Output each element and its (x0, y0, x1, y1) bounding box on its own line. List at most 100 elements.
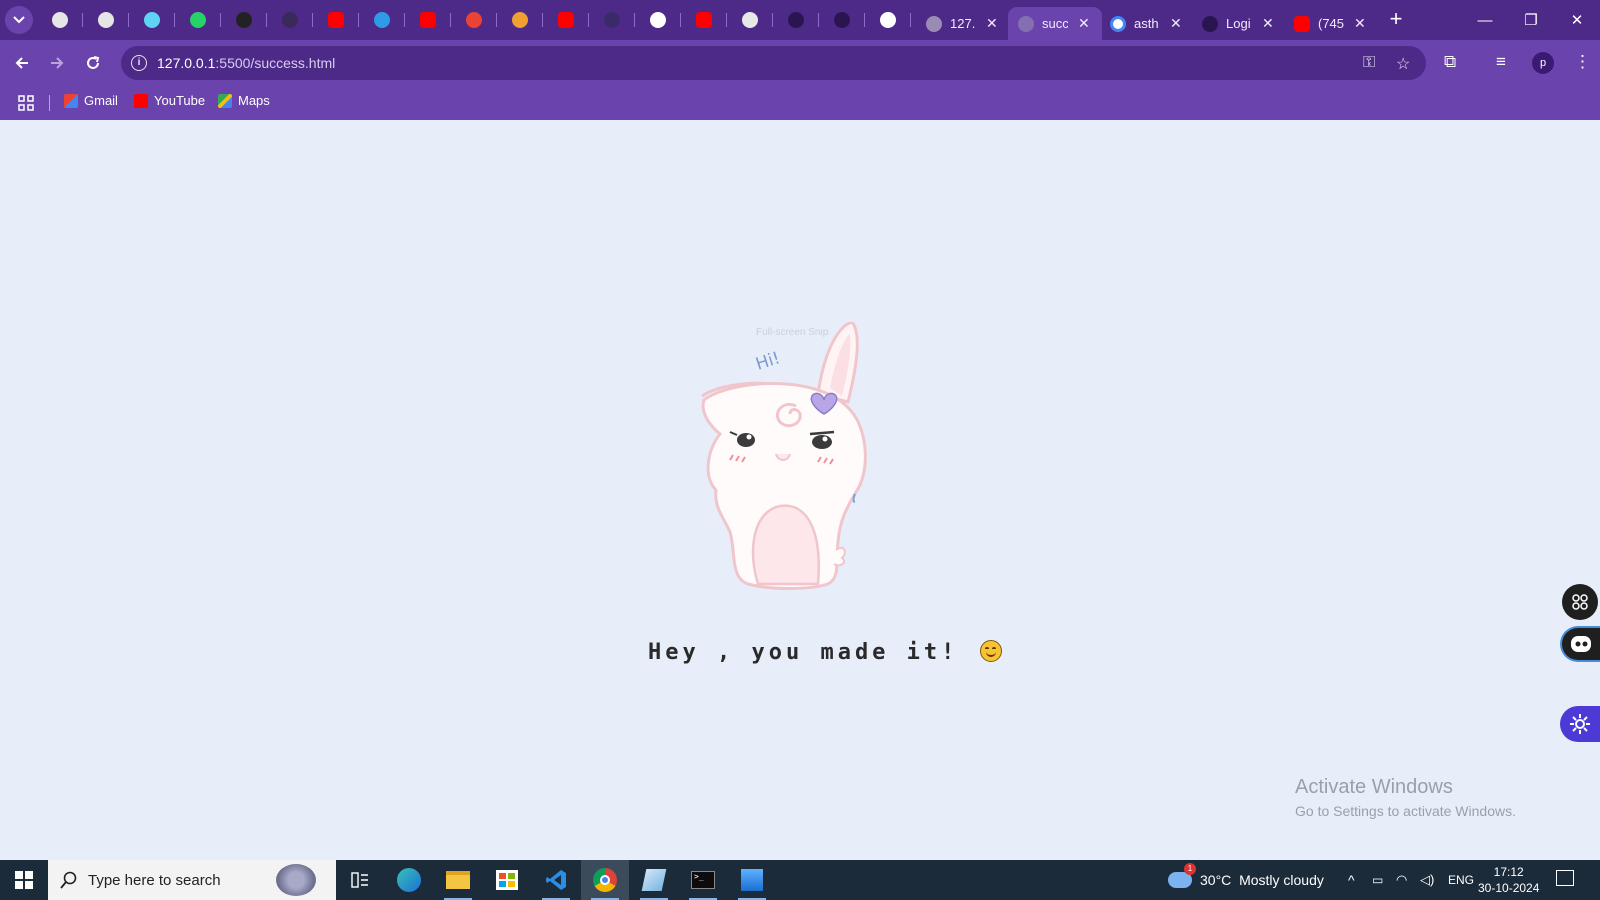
pinned-tab[interactable] (232, 8, 256, 32)
taskbar-search[interactable]: Type here to search (48, 860, 336, 900)
bookmark-label: YouTube (154, 93, 206, 108)
pinned-tab[interactable] (416, 8, 440, 32)
bookmark-label: Maps (238, 93, 270, 108)
close-icon[interactable]: ✕ (1354, 15, 1366, 32)
volume-icon[interactable]: ◁) (1420, 860, 1434, 900)
start-button[interactable] (0, 860, 48, 900)
back-button[interactable] (9, 50, 35, 76)
new-tab-button[interactable]: + (1384, 7, 1408, 31)
weather-temp: 30°C (1200, 872, 1232, 888)
taskbar-photos[interactable] (728, 860, 776, 900)
pinned-tab[interactable] (692, 8, 716, 32)
pinned-tab[interactable] (462, 8, 486, 32)
pinned-tab[interactable] (738, 8, 762, 32)
taskbar-notes[interactable] (630, 860, 678, 900)
youtube-icon (420, 12, 436, 28)
pinned-tab[interactable] (186, 8, 210, 32)
side-assistant-widget[interactable] (1560, 626, 1600, 662)
reload-icon (87, 56, 100, 69)
password-key-icon[interactable]: ⚿ (1363, 54, 1375, 72)
weather-widget[interactable]: 1 30°C Mostly cloudy (1168, 860, 1324, 900)
tab-asth[interactable]: asth ✕ (1100, 7, 1194, 40)
wifi-icon[interactable]: ◠ (1396, 860, 1407, 900)
taskbar-store[interactable] (483, 860, 531, 900)
close-icon[interactable]: ✕ (1262, 15, 1274, 32)
tab-separator (910, 13, 911, 27)
side-settings-widget[interactable] (1560, 706, 1600, 742)
tab-title: succ (1042, 16, 1068, 31)
minimize-button[interactable]: — (1462, 0, 1508, 40)
close-window-button[interactable]: ✕ (1554, 0, 1600, 40)
taskbar-terminal[interactable]: >_ (679, 860, 727, 900)
extensions-icon[interactable]: ⧉ (1444, 52, 1456, 72)
pinned-tab[interactable] (94, 8, 118, 32)
pinned-tab[interactable] (554, 8, 578, 32)
bookmark-gmail[interactable]: Gmail (64, 93, 118, 108)
activate-windows-watermark: Activate Windows Go to Settings to activ… (1295, 776, 1516, 819)
pinned-tab[interactable] (784, 8, 808, 32)
tab-separator (496, 13, 497, 27)
dark-icon (604, 12, 620, 28)
site-info-icon[interactable]: i (131, 55, 147, 71)
tab-separator (634, 13, 635, 27)
chevron-down-icon (13, 16, 25, 24)
close-icon[interactable]: ✕ (1170, 15, 1182, 32)
success-message-text: Hey , you made it! (648, 640, 959, 665)
pinned-tab[interactable] (48, 8, 72, 32)
pinned-tab[interactable] (830, 8, 854, 32)
globe-icon (926, 15, 942, 32)
media-controls-icon[interactable]: ≡ (1496, 52, 1506, 72)
pinned-tab[interactable] (876, 8, 900, 32)
tab-separator (358, 13, 359, 27)
profile-avatar[interactable]: p (1532, 52, 1554, 74)
bookmarks-bar: Gmail YouTube Maps (0, 86, 1600, 120)
bunny-mascot-illustration: Hi! (701, 322, 867, 590)
weather-condition: Mostly cloudy (1239, 872, 1324, 888)
tab-127[interactable]: 127. ✕ (916, 7, 1010, 40)
tab-youtube[interactable]: (745 ✕ (1284, 7, 1378, 40)
maps-icon (218, 93, 232, 108)
reload-button[interactable] (80, 50, 106, 76)
tab-separator (542, 13, 543, 27)
windows-logo-icon (15, 871, 33, 889)
bookmark-label: Gmail (84, 93, 118, 108)
menu-kebab-icon[interactable]: ⋮ (1574, 52, 1591, 72)
loading-icon (1018, 15, 1034, 32)
bookmark-divider (49, 95, 50, 111)
taskbar-edge[interactable] (385, 860, 433, 900)
url-host: 127.0.0.1 (157, 55, 216, 71)
side-apps-widget[interactable] (1562, 584, 1598, 620)
taskbar-vscode[interactable] (532, 860, 580, 900)
pinned-tab[interactable] (508, 8, 532, 32)
pinned-tab[interactable] (140, 8, 164, 32)
tab-title: asth (1134, 16, 1159, 31)
taskbar-chrome[interactable] (581, 860, 629, 900)
grinning-emoji-icon (979, 640, 1002, 662)
address-bar[interactable]: i 127.0.0.1:5500/success.html ⚿ ☆ (121, 46, 1426, 80)
clock[interactable]: 17:12 30-10-2024 (1478, 864, 1539, 896)
notifications-icon[interactable] (1556, 870, 1574, 886)
close-icon[interactable]: ✕ (986, 15, 998, 32)
forward-button[interactable] (44, 50, 70, 76)
url-text[interactable]: 127.0.0.1:5500/success.html (157, 55, 335, 71)
bookmark-star-icon[interactable]: ☆ (1396, 54, 1410, 74)
tab-login[interactable]: Logi ✕ (1192, 7, 1286, 40)
chevron-up-icon[interactable]: ^ (1348, 860, 1355, 900)
task-view-button[interactable] (336, 860, 384, 900)
gear-icon (512, 12, 528, 28)
pinned-tab[interactable] (324, 8, 348, 32)
restore-button[interactable]: ❐ (1508, 0, 1554, 40)
pinned-tab[interactable] (370, 8, 394, 32)
bookmark-youtube[interactable]: YouTube (134, 93, 205, 108)
apps-grid-icon[interactable] (18, 95, 34, 111)
pinned-tab[interactable] (600, 8, 624, 32)
taskbar-file-explorer[interactable] (434, 860, 482, 900)
bookmark-maps[interactable]: Maps (218, 93, 270, 108)
pinned-tab[interactable] (278, 8, 302, 32)
language-indicator[interactable]: ENG (1448, 860, 1474, 900)
battery-icon[interactable]: ▭ (1372, 860, 1383, 900)
tab-search-button[interactable] (5, 6, 33, 34)
pinned-tab[interactable] (646, 8, 670, 32)
close-icon[interactable]: ✕ (1078, 15, 1090, 32)
tab-success[interactable]: succ ✕ (1008, 7, 1102, 40)
